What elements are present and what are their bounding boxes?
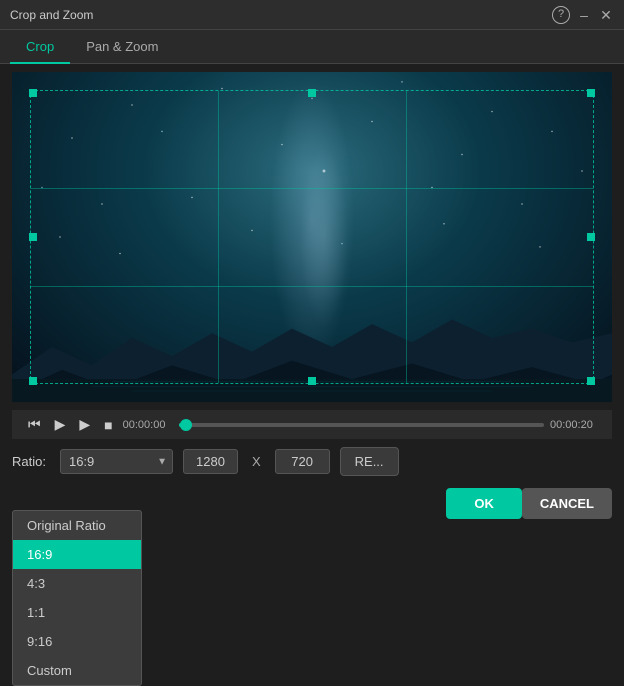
dropdown-item-16-9[interactable]: 16:9 — [13, 540, 141, 569]
reset-button[interactable]: RE... — [340, 447, 399, 476]
skip-back-button[interactable]: ⏮ — [24, 414, 45, 435]
title-bar-left: Crop and Zoom — [10, 8, 93, 22]
ok-button[interactable]: OK — [446, 488, 522, 519]
play-alt-button[interactable]: ▶ — [75, 414, 94, 435]
dropdown-item-9-16[interactable]: 9:16 — [13, 627, 141, 656]
preview-area — [12, 72, 612, 402]
ratio-select-wrapper: 16:9 Original Ratio 4:3 1:1 9:16 Custom … — [60, 449, 173, 474]
time-total: 00:00:20 — [550, 419, 600, 431]
play-button[interactable]: ▶ — [51, 414, 70, 435]
minimize-button[interactable]: – — [576, 7, 592, 23]
title-bar-controls: ? – ✕ — [552, 6, 614, 24]
dropdown-item-custom[interactable]: Custom — [13, 656, 141, 685]
playback-bar: ⏮ ▶ ▶ ■ 00:00:00 00:00:20 — [12, 410, 612, 439]
timeline-handle[interactable] — [180, 419, 192, 431]
time-current: 00:00:00 — [123, 419, 173, 431]
tabs-bar: Crop Pan & Zoom — [0, 30, 624, 64]
dropdown-item-4-3[interactable]: 4:3 — [13, 569, 141, 598]
ratio-select[interactable]: 16:9 Original Ratio 4:3 1:1 9:16 Custom — [60, 449, 173, 474]
dropdown-item-original[interactable]: Original Ratio — [13, 511, 141, 540]
controls-row: Ratio: 16:9 Original Ratio 4:3 1:1 9:16 … — [0, 439, 624, 484]
resolution-separator: X — [252, 454, 261, 469]
title-bar: Crop and Zoom ? – ✕ — [0, 0, 624, 30]
window-title: Crop and Zoom — [10, 8, 93, 22]
ratio-label: Ratio: — [12, 454, 46, 469]
tab-pan-zoom[interactable]: Pan & Zoom — [70, 31, 174, 64]
stop-button[interactable]: ■ — [100, 415, 116, 435]
mountains-layer — [12, 292, 612, 402]
video-background — [12, 72, 612, 402]
cancel-button[interactable]: CANCEL — [522, 488, 612, 519]
height-input[interactable] — [275, 449, 330, 474]
ratio-dropdown-menu: Original Ratio 16:9 4:3 1:1 9:16 Custom — [12, 510, 142, 686]
width-input[interactable] — [183, 449, 238, 474]
timeline-track[interactable] — [179, 423, 544, 427]
tab-crop[interactable]: Crop — [10, 31, 70, 64]
dropdown-item-1-1[interactable]: 1:1 — [13, 598, 141, 627]
close-button[interactable]: ✕ — [598, 7, 614, 23]
help-button[interactable]: ? — [552, 6, 570, 24]
